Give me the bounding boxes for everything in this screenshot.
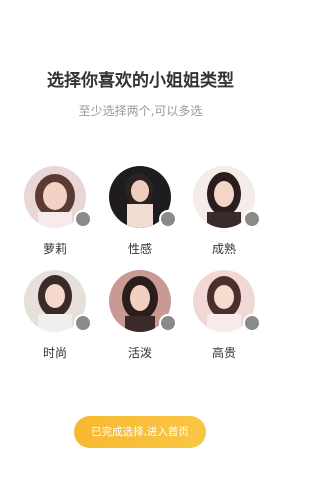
select-check-icon [159, 210, 177, 228]
type-option-fashion[interactable]: 时尚 [20, 270, 92, 370]
type-option-sexy[interactable]: 性感 [105, 166, 177, 266]
select-check-icon [159, 314, 177, 332]
type-label: 高贵 [211, 346, 236, 360]
enter-home-button[interactable]: 已完成选择,进入首页 [74, 416, 206, 448]
type-label: 成熟 [211, 242, 236, 256]
type-option-loli[interactable]: 萝莉 [20, 166, 92, 266]
select-check-icon [243, 314, 261, 332]
select-check-icon [243, 210, 261, 228]
type-label: 活泼 [127, 346, 152, 360]
type-option-noble[interactable]: 高贵 [189, 270, 261, 370]
type-option-lively[interactable]: 活泼 [105, 270, 177, 370]
page-title: 选择你喜欢的小姐姐类型 [47, 71, 234, 91]
type-option-mature[interactable]: 成熟 [189, 166, 261, 266]
page-subtitle: 至少选择两个,可以多选 [78, 104, 203, 118]
type-label: 萝莉 [42, 242, 67, 256]
type-label: 时尚 [42, 346, 67, 360]
type-label: 性感 [127, 242, 152, 256]
select-check-icon [74, 314, 92, 332]
select-check-icon [74, 210, 92, 228]
